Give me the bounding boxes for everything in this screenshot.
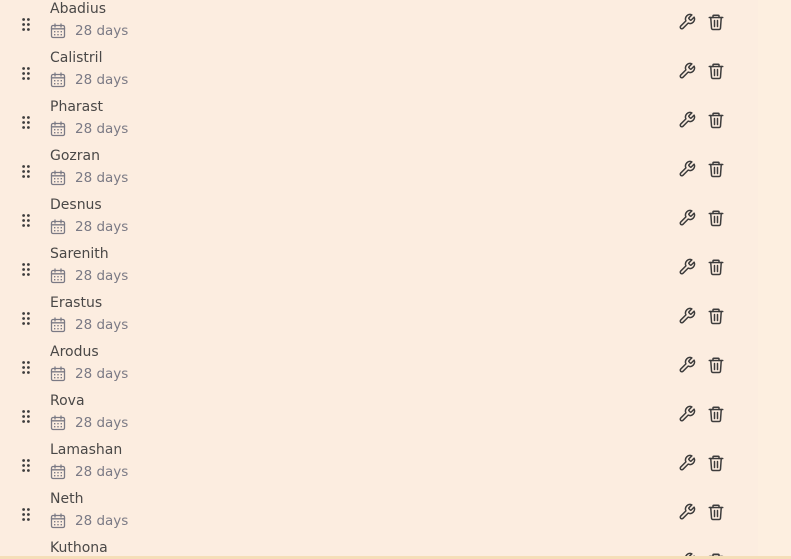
month-name: Calistril [50, 50, 103, 66]
list-item: Rova 28 days [0, 389, 758, 438]
calendar-icon [50, 72, 66, 88]
calendar-icon [50, 366, 66, 382]
app-window: Abadius 28 days Calistril 28 days Pharas… [0, 0, 791, 559]
wrench-icon[interactable] [678, 503, 696, 521]
duration-label: 28 days [75, 219, 129, 235]
month-name: Lamashan [50, 442, 123, 458]
month-duration: 28 days [50, 366, 128, 382]
calendar-icon [50, 268, 66, 284]
month-duration: 28 days [50, 170, 128, 186]
month-name: Rova [50, 393, 85, 409]
trash-icon[interactable] [707, 111, 725, 129]
trash-icon[interactable] [707, 258, 725, 276]
month-name: Arodus [50, 344, 99, 360]
wrench-icon[interactable] [678, 258, 696, 276]
list-item: Erastus 28 days [0, 291, 758, 340]
list-item: Sarenith 28 days [0, 242, 758, 291]
list-item: Lamashan 28 days [0, 438, 758, 487]
list-item: Gozran 28 days [0, 144, 758, 193]
trash-icon[interactable] [707, 356, 725, 374]
drag-handle-icon[interactable] [22, 310, 30, 325]
duration-label: 28 days [75, 268, 129, 284]
trash-icon[interactable] [707, 62, 725, 80]
calendar-icon [50, 23, 66, 39]
month-name: Pharast [50, 99, 104, 115]
month-name: Gozran [50, 148, 100, 164]
month-duration: 28 days [50, 513, 128, 529]
month-duration: 28 days [50, 317, 128, 333]
month-duration: 28 days [50, 464, 128, 480]
duration-label: 28 days [75, 317, 129, 333]
drag-handle-icon[interactable] [22, 359, 30, 374]
drag-handle-icon[interactable] [22, 457, 30, 472]
list-item: Arodus 28 days [0, 340, 758, 389]
trash-icon[interactable] [707, 160, 725, 178]
trash-icon[interactable] [707, 503, 725, 521]
month-name: Desnus [50, 197, 102, 213]
calendar-icon [50, 317, 66, 333]
drag-handle-icon[interactable] [22, 212, 30, 227]
wrench-icon[interactable] [678, 111, 696, 129]
calendar-icon [50, 170, 66, 186]
trash-icon[interactable] [707, 405, 725, 423]
month-list: Abadius 28 days Calistril 28 days Pharas… [0, 0, 758, 559]
drag-handle-icon[interactable] [22, 65, 30, 80]
list-item: Abadius 28 days [0, 0, 758, 46]
month-duration: 28 days [50, 72, 128, 88]
month-duration: 28 days [50, 268, 128, 284]
duration-label: 28 days [75, 170, 129, 186]
calendar-icon [50, 464, 66, 480]
months-panel: Abadius 28 days Calistril 28 days Pharas… [0, 0, 758, 559]
list-item: Calistril 28 days [0, 46, 758, 95]
duration-label: 28 days [75, 23, 129, 39]
month-name: Erastus [50, 295, 103, 311]
calendar-icon [50, 513, 66, 529]
drag-handle-icon[interactable] [22, 261, 30, 276]
wrench-icon[interactable] [678, 454, 696, 472]
month-name: Kuthona [50, 540, 108, 556]
wrench-icon[interactable] [678, 62, 696, 80]
wrench-icon[interactable] [678, 160, 696, 178]
month-name: Neth [50, 491, 84, 507]
wrench-icon[interactable] [678, 356, 696, 374]
calendar-icon [50, 415, 66, 431]
list-item: Pharast 28 days [0, 95, 758, 144]
duration-label: 28 days [75, 72, 129, 88]
calendar-icon [50, 219, 66, 235]
wrench-icon[interactable] [678, 13, 696, 31]
list-item: Neth 28 days [0, 487, 758, 536]
wrench-icon[interactable] [678, 209, 696, 227]
duration-label: 28 days [75, 366, 129, 382]
drag-handle-icon[interactable] [22, 114, 30, 129]
trash-icon[interactable] [707, 13, 725, 31]
calendar-icon [50, 121, 66, 137]
duration-label: 28 days [75, 464, 129, 480]
drag-handle-icon[interactable] [22, 163, 30, 178]
drag-handle-icon[interactable] [22, 16, 30, 31]
month-name: Abadius [50, 1, 106, 17]
drag-handle-icon[interactable] [22, 506, 30, 521]
wrench-icon[interactable] [678, 405, 696, 423]
drag-handle-icon[interactable] [22, 408, 30, 423]
month-name: Sarenith [50, 246, 109, 262]
duration-label: 28 days [75, 513, 129, 529]
wrench-icon[interactable] [678, 307, 696, 325]
list-item: Desnus 28 days [0, 193, 758, 242]
month-duration: 28 days [50, 415, 128, 431]
trash-icon[interactable] [707, 454, 725, 472]
duration-label: 28 days [75, 415, 129, 431]
trash-icon[interactable] [707, 209, 725, 227]
month-duration: 28 days [50, 219, 128, 235]
trash-icon[interactable] [707, 307, 725, 325]
month-duration: 28 days [50, 121, 128, 137]
scroll-gutter [758, 0, 791, 559]
duration-label: 28 days [75, 121, 129, 137]
month-duration: 28 days [50, 23, 128, 39]
